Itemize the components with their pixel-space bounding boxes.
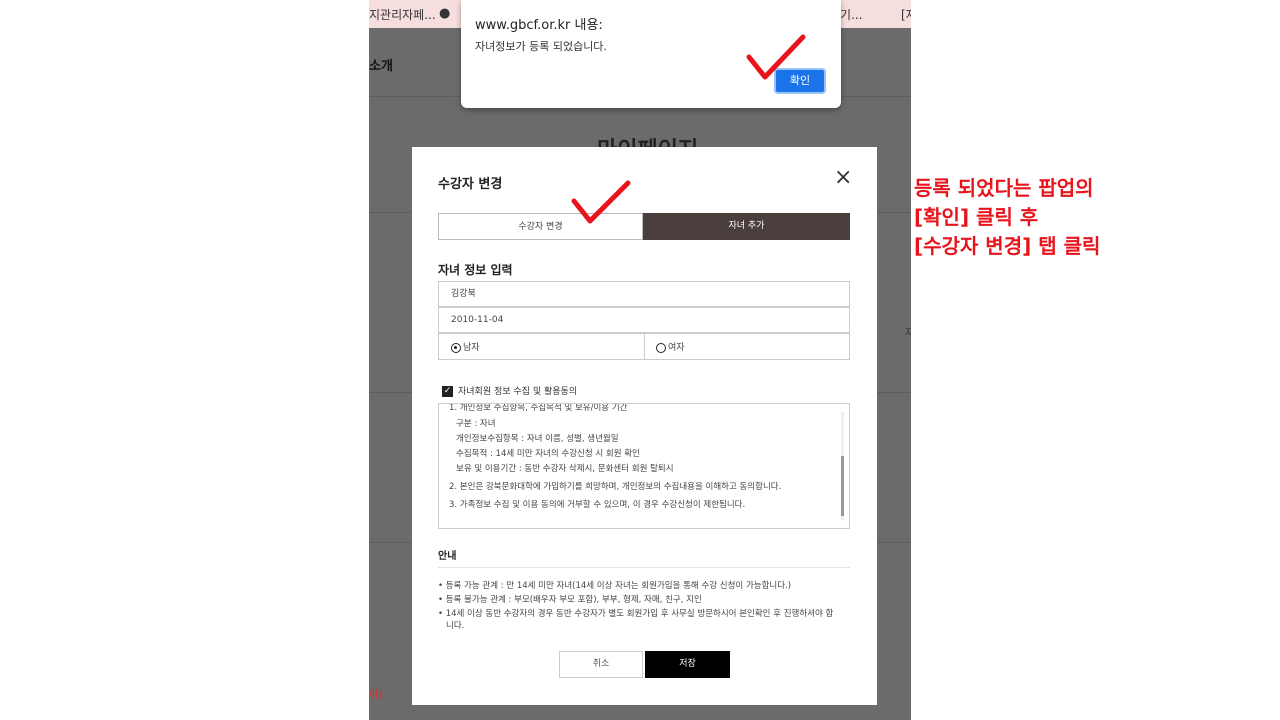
guide-item: • 등록 불가능 관계 : 부모(배우자 부모 포함), 부부, 형제, 자매,… bbox=[438, 595, 702, 605]
checkbox-checked-icon: ✓ bbox=[442, 386, 453, 397]
guide-item: • 14세 이상 동반 수강자의 경우 동반 수강자가 별도 회원가입 후 사무… bbox=[438, 609, 834, 619]
browser-tab[interactable]: 지관리자페... bbox=[369, 6, 436, 23]
save-button[interactable]: 저장 bbox=[645, 651, 730, 678]
browser-tab[interactable]: [자 bbox=[901, 6, 911, 23]
modal-title: 수강자 변경 bbox=[438, 177, 503, 192]
terms-line: 2. 본인은 강북문화대학에 가입하기를 희망하며, 개인정보의 수집내용을 이… bbox=[449, 482, 782, 492]
browser-screenshot: 지관리자페... ● 산기... [자 소개 마이페이지 자 이) www.gb… bbox=[369, 0, 911, 720]
tab-add-child[interactable]: 자녀 추가 bbox=[643, 213, 850, 240]
annotation-line: [수강자 변경] 탭 클릭 bbox=[914, 234, 1101, 258]
gender-radio-group: 남자 여자 bbox=[438, 333, 850, 360]
terms-line: 개인정보수집항목 : 자녀 이름, 성별, 생년월일 bbox=[456, 434, 619, 444]
nav-label[interactable]: 소개 bbox=[369, 55, 393, 74]
section-title: 자녀 정보 입력 bbox=[438, 263, 513, 277]
child-name-field[interactable]: 김강북 bbox=[438, 281, 850, 307]
scrollbar-thumb[interactable] bbox=[841, 456, 844, 516]
background-link: 이) bbox=[369, 690, 383, 701]
child-birth-field[interactable]: 2010-11-04 bbox=[438, 307, 850, 333]
terms-line: 3. 가족정보 수집 및 이용 동의에 거부할 수 있으며, 이 경우 수강신청… bbox=[449, 500, 746, 510]
gender-female-label: 여자 bbox=[668, 343, 685, 353]
radio-unchecked-icon bbox=[656, 342, 666, 353]
terms-box[interactable]: 1. 개인정보 수집항목, 수집목적 및 보유/이용 기간 구분 : 자녀 개인… bbox=[438, 403, 850, 529]
guide-item: • 등록 가능 관계 : 만 14세 미만 자녀(14세 이상 자녀는 회원가입… bbox=[438, 581, 792, 591]
gender-male-radio[interactable]: 남자 bbox=[451, 340, 480, 353]
agree-label: 자녀회원 정보 수집 및 활용동의 bbox=[458, 387, 578, 397]
guide-title: 안내 bbox=[438, 551, 457, 562]
alert-origin: www.gbcf.or.kr 내용: bbox=[475, 18, 603, 33]
guide-item: 니다. bbox=[446, 621, 465, 631]
agree-checkbox[interactable]: ✓ 자녀회원 정보 수집 및 활용동의 bbox=[442, 384, 577, 397]
gender-male-label: 남자 bbox=[463, 343, 480, 353]
terms-line: 수집목적 : 14세 미만 자녀의 수강신청 시 회원 확인 bbox=[456, 449, 640, 459]
change-student-modal: 수강자 변경 × 수강자 변경 자녀 추가 자녀 정보 입력 김강북 2010-… bbox=[412, 147, 877, 705]
gender-female-radio[interactable]: 여자 bbox=[656, 340, 685, 353]
terms-line: 구분 : 자녀 bbox=[456, 419, 496, 429]
globe-icon: ● bbox=[439, 6, 451, 21]
annotation-line: [확인] 클릭 후 bbox=[914, 205, 1039, 229]
checkmark-icon bbox=[746, 34, 806, 80]
checkmark-icon bbox=[571, 180, 631, 224]
terms-line: 1. 개인정보 수집항목, 수집목적 및 보유/이용 기간 bbox=[449, 403, 628, 413]
instruction-annotation: 등록 되었다는 팝업의 [확인] 클릭 후 [수강자 변경] 탭 클릭 bbox=[914, 174, 1100, 261]
close-icon[interactable]: × bbox=[834, 167, 852, 189]
divider bbox=[438, 567, 850, 568]
radio-checked-icon bbox=[451, 342, 461, 353]
alert-message: 자녀정보가 등록 되었습니다. bbox=[475, 40, 607, 53]
cancel-button[interactable]: 취소 bbox=[559, 651, 643, 678]
terms-line: 보유 및 이용기간 : 동반 수강자 삭제시, 문화센터 회원 탈퇴시 bbox=[456, 464, 674, 474]
side-text: 자 bbox=[905, 328, 911, 339]
divider bbox=[644, 334, 645, 359]
annotation-line: 등록 되었다는 팝업의 bbox=[914, 176, 1094, 200]
